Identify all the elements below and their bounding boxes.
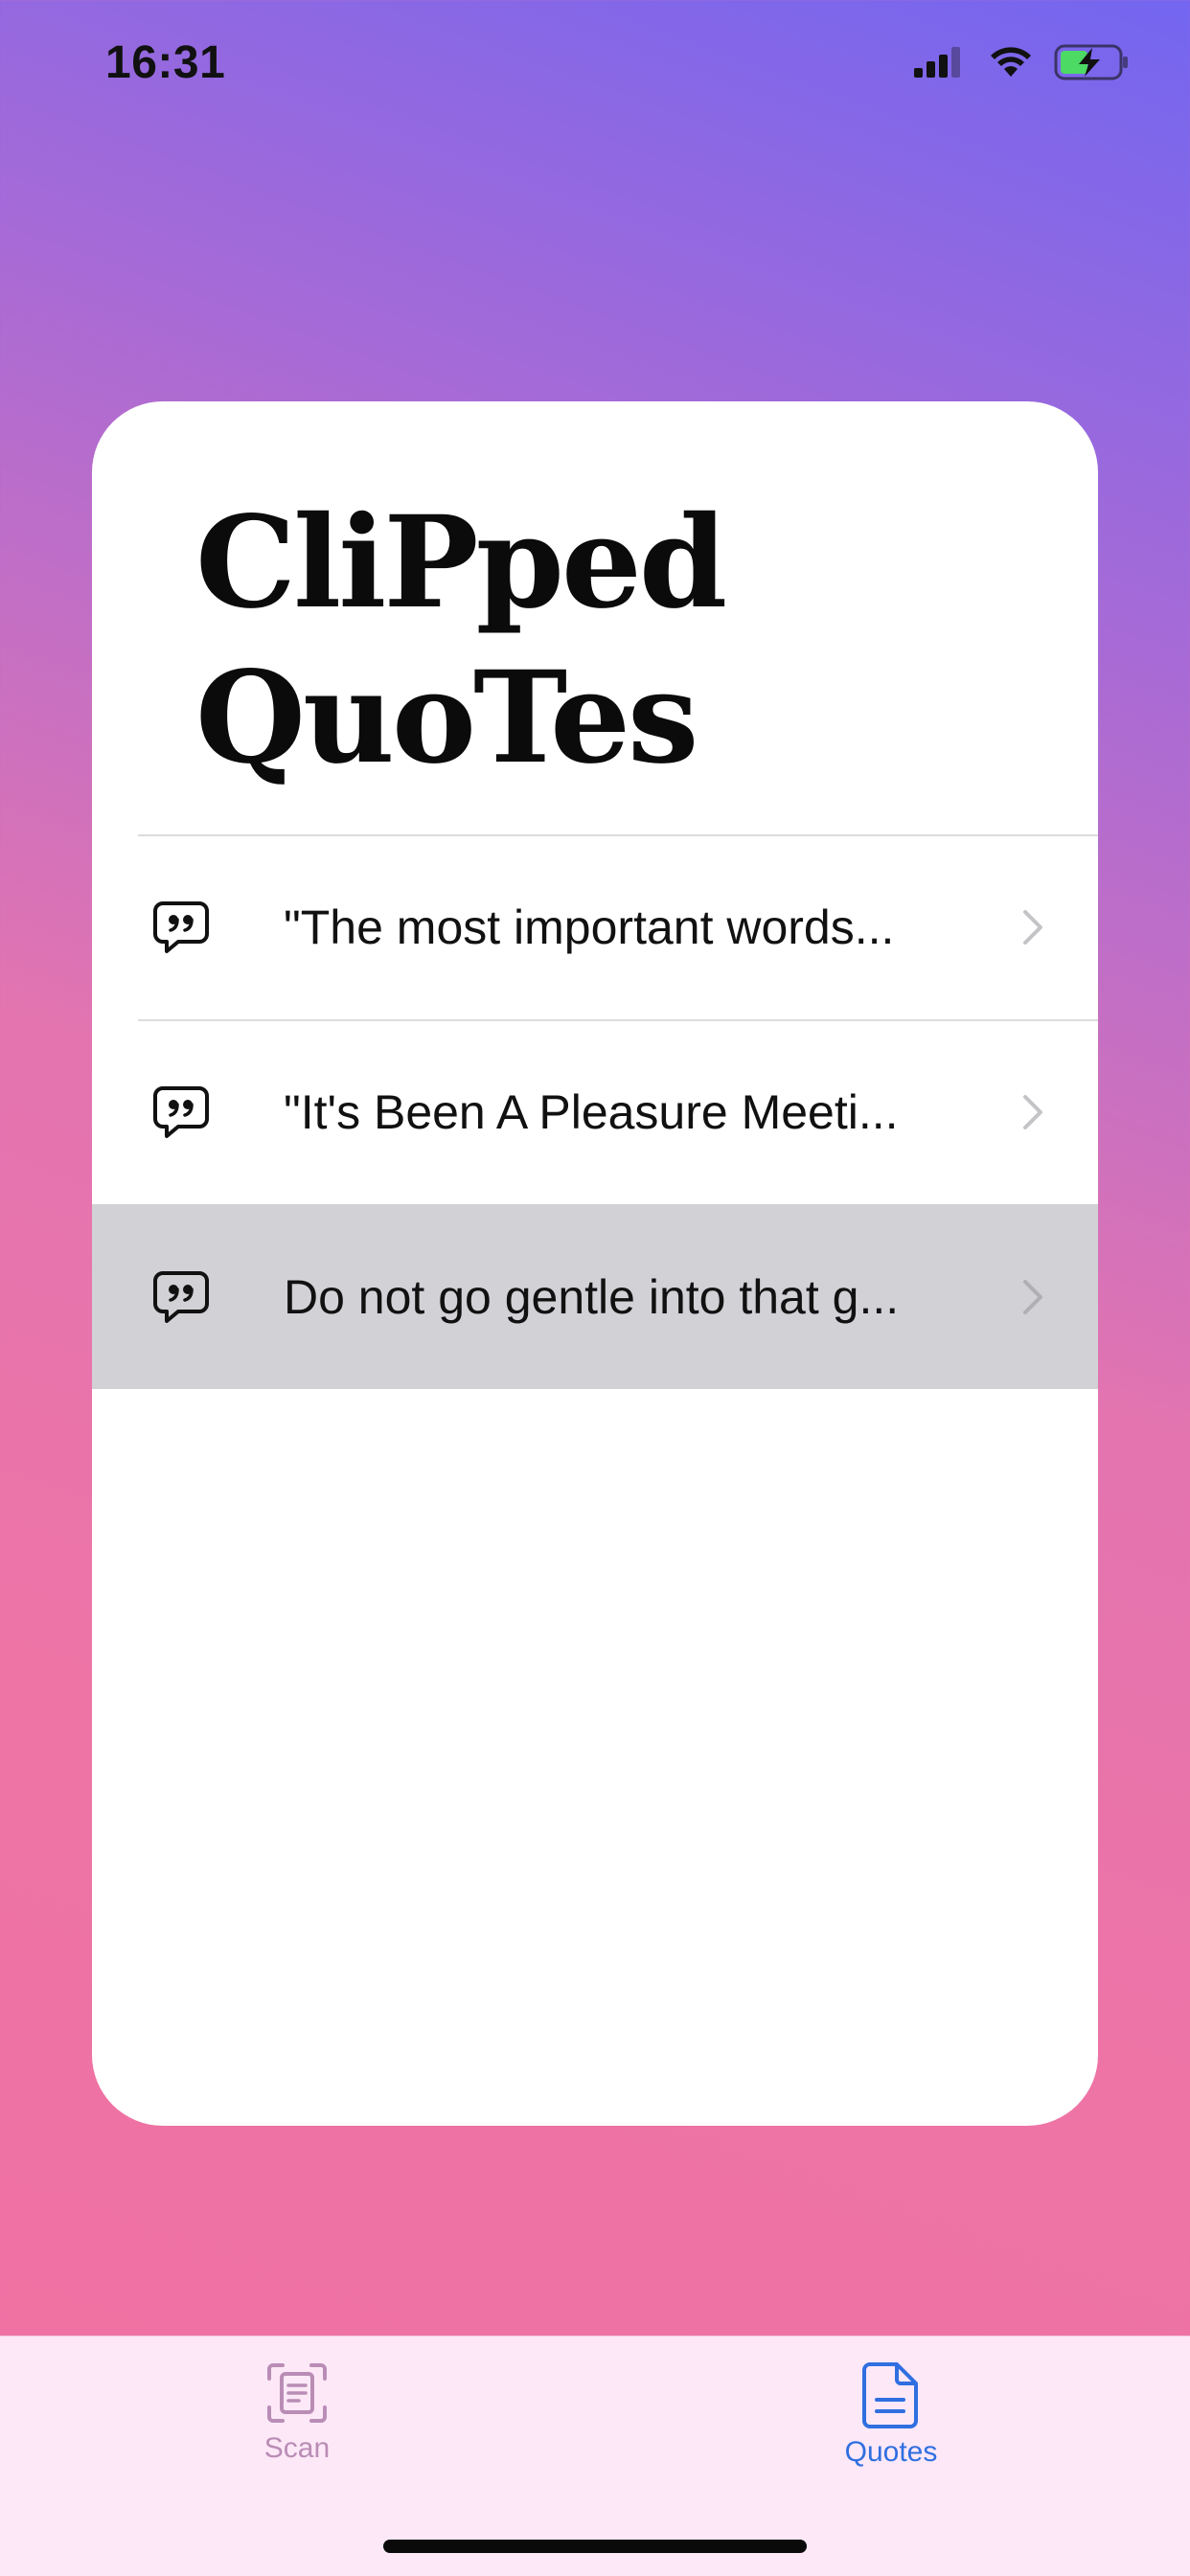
tab-quotes[interactable]: Quotes xyxy=(786,2361,996,2469)
status-time: 16:31 xyxy=(105,37,226,88)
battery-charging-icon xyxy=(1054,44,1128,80)
quote-text: "The most important words... xyxy=(284,900,895,954)
quote-text: Do not go gentle into that g... xyxy=(284,1269,900,1324)
quote-bubble-icon xyxy=(153,900,209,953)
quote-bubble-icon xyxy=(153,1270,209,1323)
chevron-right-icon xyxy=(1023,1279,1042,1314)
tab-quotes-label: Quotes xyxy=(844,2436,938,2468)
cellular-signal-icon xyxy=(914,47,960,78)
quote-row-selected[interactable]: Do not go gentle into that g... xyxy=(92,1204,1098,1389)
chevron-right-icon xyxy=(1023,909,1042,945)
document-icon xyxy=(862,2362,918,2428)
tab-scan[interactable]: Scan xyxy=(192,2361,402,2465)
quote-row[interactable]: "It's Been A Pleasure Meeti... xyxy=(92,1019,1098,1204)
app-title: CliPped QuoTes xyxy=(195,486,727,796)
app-title-line1: CliPped xyxy=(195,489,727,637)
wifi-icon xyxy=(991,47,1031,77)
status-bar: 16:31 xyxy=(0,0,1190,134)
tab-scan-label: Scan xyxy=(263,2432,331,2464)
scan-document-icon xyxy=(267,2363,327,2423)
home-indicator[interactable] xyxy=(383,2540,807,2553)
app-title-line2: QuoTes xyxy=(195,644,698,792)
quote-text: "It's Been A Pleasure Meeti... xyxy=(284,1084,899,1139)
quotes-list: "The most important words... "It's Been … xyxy=(92,834,1098,1389)
chevron-right-icon xyxy=(1023,1094,1042,1129)
quote-bubble-icon xyxy=(153,1085,209,1138)
quotes-card: CliPped QuoTes "The most important words… xyxy=(92,401,1098,2126)
quote-row[interactable]: "The most important words... xyxy=(92,834,1098,1019)
status-icons xyxy=(914,44,1131,80)
